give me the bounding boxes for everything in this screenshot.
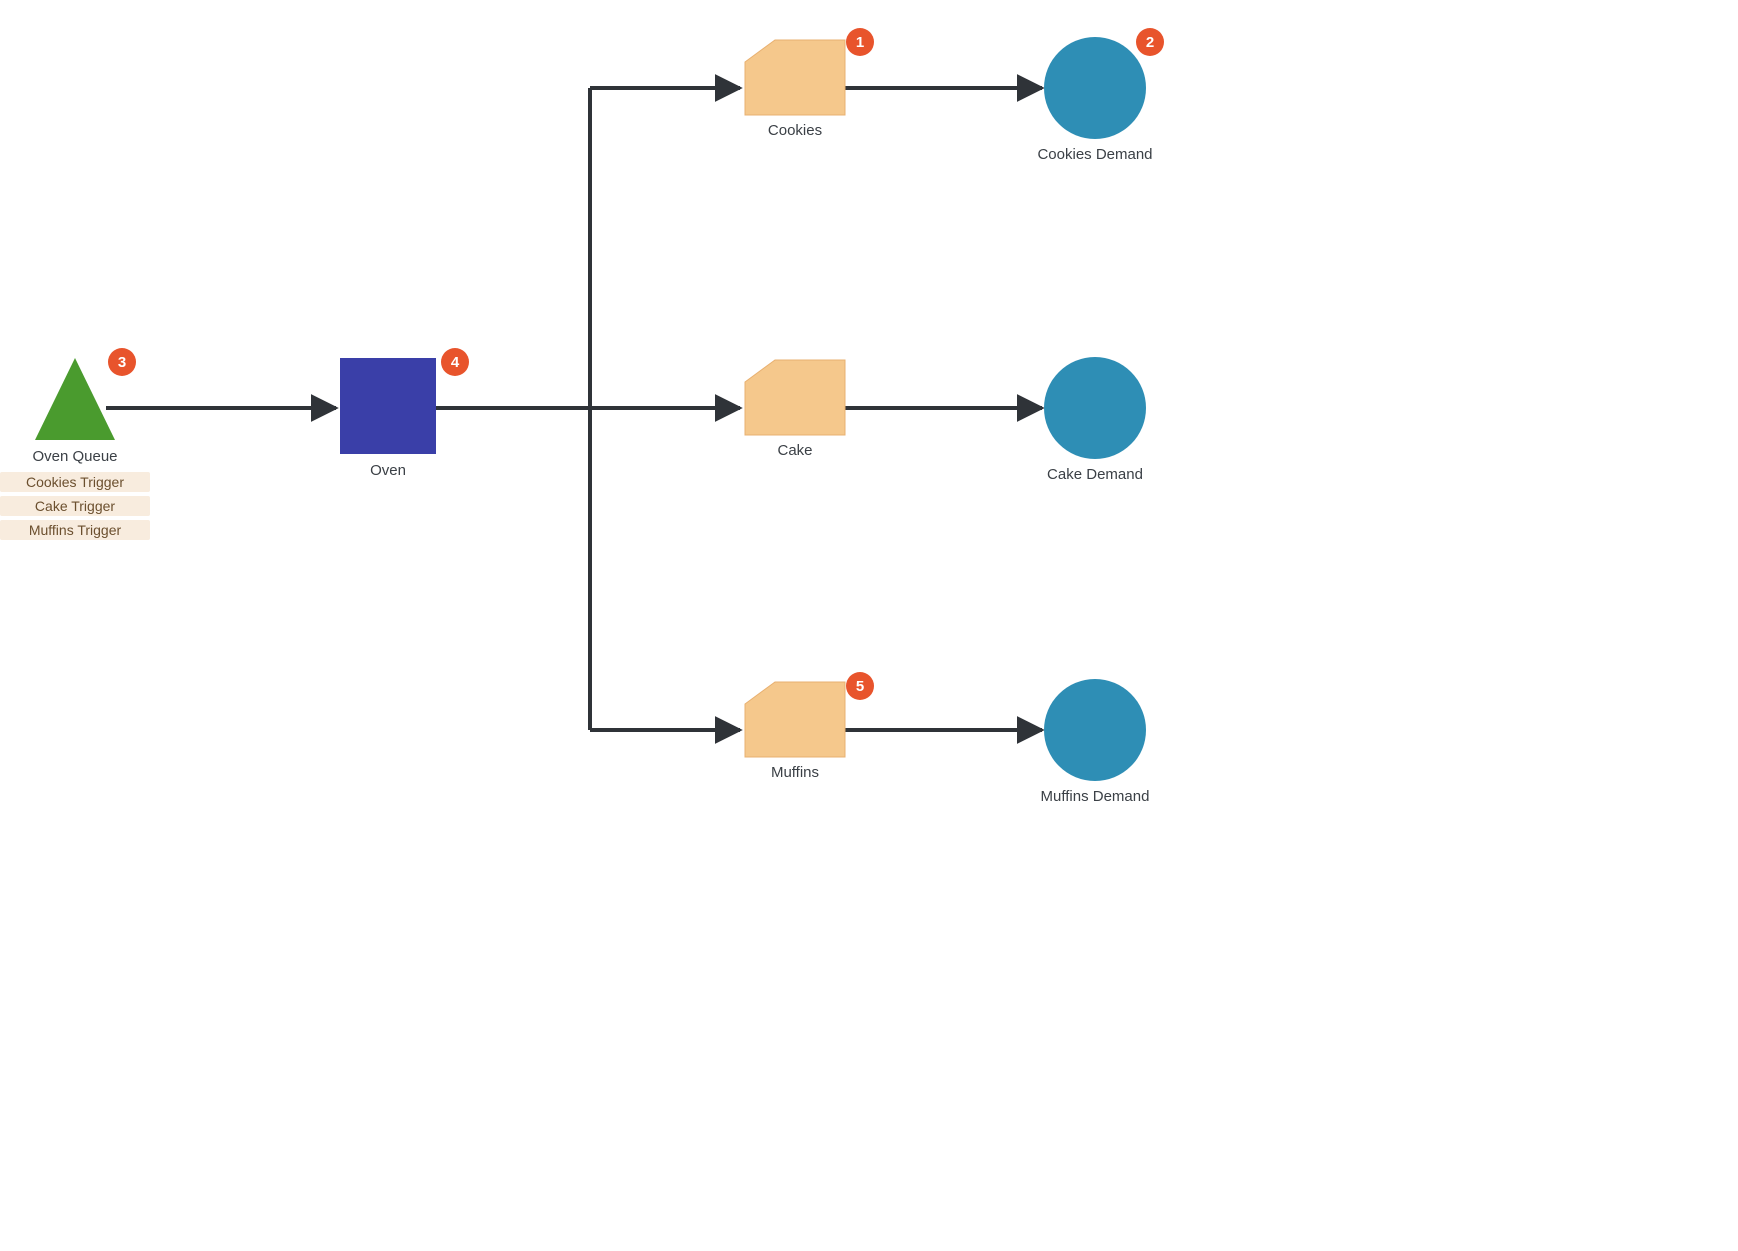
trigger-muffins[interactable]: Muffins Trigger: [0, 520, 150, 540]
label-cookies-demand: Cookies Demand: [995, 146, 1195, 163]
node-cake-demand[interactable]: [1044, 357, 1146, 459]
label-cake: Cake: [695, 442, 895, 459]
node-cookies[interactable]: [745, 40, 845, 115]
node-oven[interactable]: [340, 358, 436, 454]
label-oven-queue: Oven Queue: [0, 448, 175, 465]
node-muffins-demand[interactable]: [1044, 679, 1146, 781]
diagram-canvas: Oven Queue Oven Cookies Cake Muffins Coo…: [0, 0, 1280, 960]
badge-5: 5: [846, 672, 874, 700]
node-cake[interactable]: [745, 360, 845, 435]
trigger-cake[interactable]: Cake Trigger: [0, 496, 150, 516]
badge-3: 3: [108, 348, 136, 376]
node-oven-queue[interactable]: [35, 358, 115, 440]
trigger-cookies[interactable]: Cookies Trigger: [0, 472, 150, 492]
label-cookies: Cookies: [695, 122, 895, 139]
node-muffins[interactable]: [745, 682, 845, 757]
badge-1: 1: [846, 28, 874, 56]
trigger-list: Cookies Trigger Cake Trigger Muffins Tri…: [0, 472, 150, 544]
label-oven: Oven: [288, 462, 488, 479]
badge-2: 2: [1136, 28, 1164, 56]
label-muffins: Muffins: [695, 764, 895, 781]
label-cake-demand: Cake Demand: [995, 466, 1195, 483]
badge-4: 4: [441, 348, 469, 376]
node-cookies-demand[interactable]: [1044, 37, 1146, 139]
label-muffins-demand: Muffins Demand: [995, 788, 1195, 805]
